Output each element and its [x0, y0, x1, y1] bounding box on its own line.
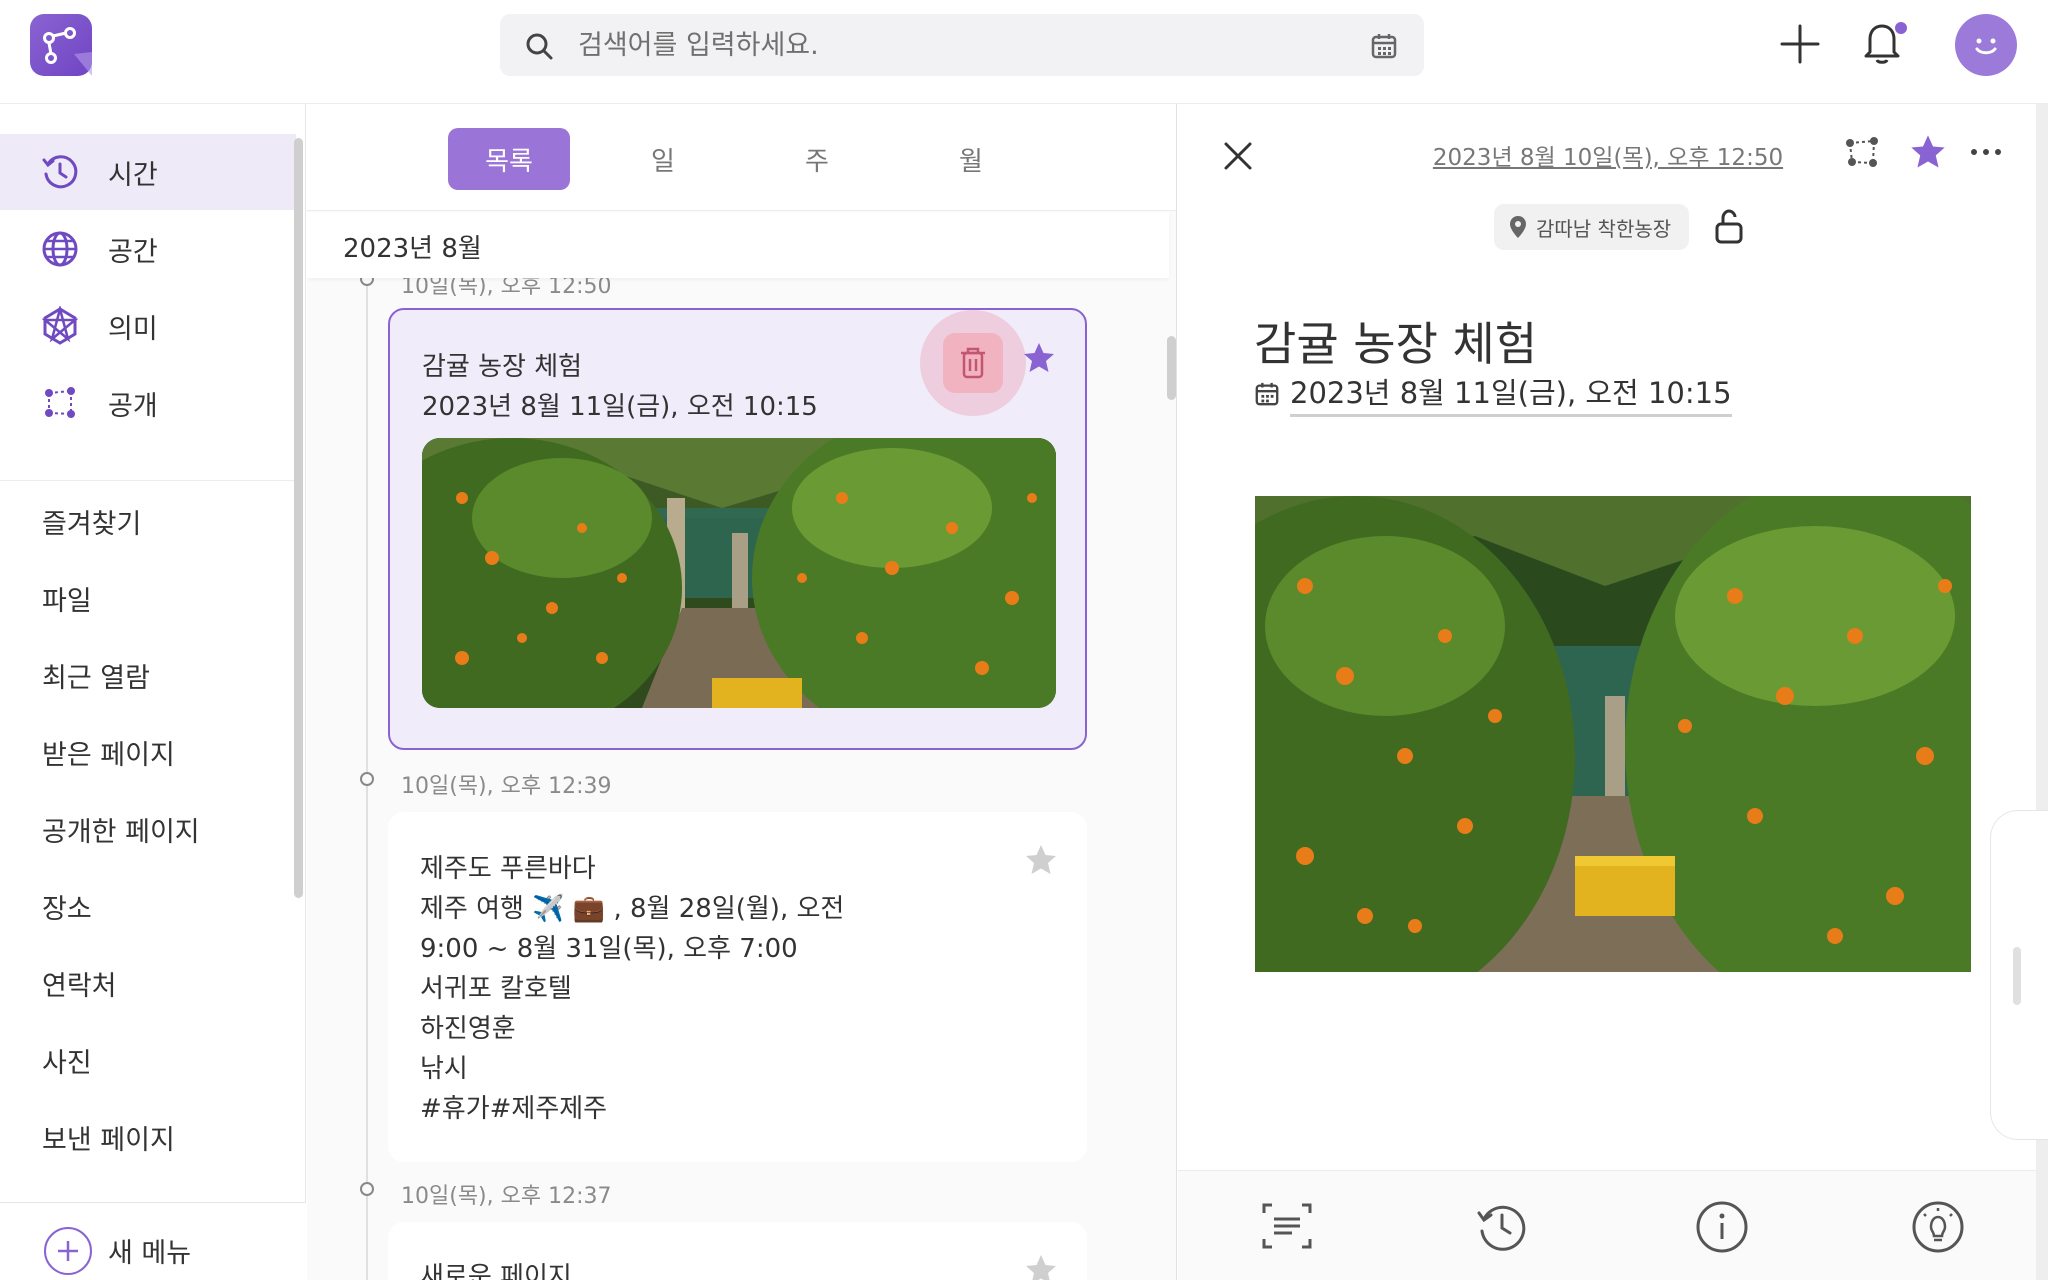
star-icon[interactable]: [1021, 340, 1057, 376]
share-network-icon: [45, 387, 75, 418]
card-title: 제주도 푸른바다: [420, 854, 596, 884]
app-logo[interactable]: [30, 14, 92, 76]
sidebar-item-space[interactable]: 공간: [0, 211, 296, 287]
star-icon[interactable]: [1908, 132, 1948, 172]
card-title: 새로운 페이지: [420, 1262, 572, 1280]
unlock-icon[interactable]: [1714, 208, 1744, 244]
sidebar-item-label: 시간: [108, 159, 158, 191]
page-title[interactable]: 감귤 농장 체험: [1254, 308, 1537, 374]
created-date-link[interactable]: 2023년 8월 10일(목), 오후 12:50: [1428, 138, 1788, 172]
more-icon[interactable]: [1968, 134, 2004, 170]
avatar[interactable]: [1955, 14, 2017, 76]
tab-list[interactable]: 목록: [448, 128, 570, 190]
location-chip[interactable]: 감따남 착한농장: [1494, 204, 1690, 250]
sidebar-scrollbar[interactable]: [294, 138, 303, 898]
orchard-photo-large[interactable]: [1255, 496, 1971, 972]
scan-text-icon[interactable]: [1260, 1199, 1314, 1253]
sidebar-divider: [0, 480, 296, 481]
entry-card[interactable]: 새로운 페이지: [388, 1222, 1087, 1280]
sidebar-item-recent[interactable]: 최근 열람: [42, 656, 150, 695]
sidebar-item-sent[interactable]: 보낸 페이지: [42, 1118, 175, 1157]
new-menu[interactable]: 새 메뉴: [0, 1202, 306, 1280]
search-bar[interactable]: [500, 14, 1424, 76]
sidebar-item-time[interactable]: 시간: [0, 134, 296, 210]
top-bar: [0, 0, 2048, 104]
close-icon[interactable]: [1220, 138, 1256, 174]
timeline-dot: [360, 772, 374, 786]
history-icon[interactable]: [1474, 1199, 1530, 1255]
card-line: 9:00 ~ 8월 31일(목), 오후 7:00: [420, 934, 798, 964]
month-header: 2023년 8월: [307, 212, 1169, 278]
entry-time: 10일(목), 오후 12:39: [401, 774, 612, 799]
lightbulb-icon[interactable]: [1910, 1199, 1966, 1255]
list-scrollbar[interactable]: [1167, 336, 1176, 400]
smiley-icon: [1975, 38, 1997, 55]
tab-month[interactable]: 월: [910, 128, 1032, 190]
sidebar-item-meaning[interactable]: 의미: [0, 288, 296, 364]
entry-card-selected[interactable]: 감귤 농장 체험 2023년 8월 11일(금), 오전 10:15: [388, 308, 1087, 750]
sidebar: 시간 공간 의미 공개 즐겨찾기 파일 최근 열람 받은 페이지 공개한 페이지…: [0, 104, 306, 1280]
search-input[interactable]: [578, 14, 1338, 76]
event-datetime[interactable]: 2023년 8월 11일(금), 오전 10:15: [1254, 370, 1732, 417]
calendar-icon: [1255, 382, 1279, 405]
sidebar-item-published[interactable]: 공개한 페이지: [42, 810, 200, 849]
entry-time: 10일(목), 오후 12:37: [401, 1184, 612, 1209]
detail-toolbar: [1178, 1170, 2036, 1280]
card-line: #휴가#제주제주: [420, 1094, 608, 1124]
card-line: 서귀포 칼호텔: [420, 974, 572, 1004]
timeline-dot: [360, 1182, 374, 1196]
card-line: 하진영훈: [420, 1014, 516, 1044]
card-line: 2023년 8월 11일(금), 오전 10:15: [422, 392, 818, 422]
sidebar-item-photos[interactable]: 사진: [42, 1041, 92, 1080]
orchard-photo[interactable]: [422, 438, 1056, 708]
sidebar-item-places[interactable]: 장소: [42, 887, 92, 926]
clock-history-icon: [42, 155, 78, 189]
detail-panel: 2023년 8월 10일(목), 오후 12:50 감따남 착한농장 감귤 농장…: [1178, 104, 2036, 1280]
entry-card[interactable]: 제주도 푸른바다 제주 여행 ✈️ 💼 , 8월 28일(월), 오전 9:00…: [388, 812, 1087, 1162]
share-network-icon[interactable]: [1842, 132, 1882, 172]
trash-icon: [961, 347, 985, 379]
star-network-icon: [41, 306, 79, 345]
location-pin-icon: [1510, 216, 1526, 238]
star-outline-icon[interactable]: [1023, 1252, 1059, 1280]
tab-week[interactable]: 주: [756, 128, 878, 190]
globe-icon: [42, 231, 78, 267]
notification-dot: [1895, 22, 1907, 34]
sidebar-item-label: 의미: [108, 313, 158, 345]
card-line: 제주 여행 ✈️ 💼 , 8월 28일(월), 오전: [420, 894, 845, 924]
sidebar-item-contacts[interactable]: 연락처: [42, 964, 117, 1003]
star-outline-icon[interactable]: [1023, 842, 1059, 878]
event-datetime-label: 2023년 8월 11일(금), 오전 10:15: [1290, 370, 1732, 417]
sidebar-item-received[interactable]: 받은 페이지: [42, 733, 175, 772]
location-label: 감따남 착한농장: [1536, 216, 1672, 241]
sidebar-item-label: 공개: [108, 390, 158, 422]
timeline-list-panel: 목록 일 주 월 2023년 8월 10일(목), 오후 12:50 감귤 농장…: [307, 104, 1177, 1280]
handle-grip: [2013, 947, 2021, 1005]
calendar-icon[interactable]: [1370, 32, 1398, 60]
sidebar-item-public[interactable]: 공개: [0, 365, 296, 441]
new-menu-label: 새 메뉴: [108, 1238, 192, 1269]
plus-circle-icon[interactable]: [44, 1227, 92, 1275]
add-icon[interactable]: [1778, 22, 1822, 66]
info-icon[interactable]: [1694, 1199, 1750, 1255]
card-title: 감귤 농장 체험: [422, 352, 583, 382]
side-panel-handle[interactable]: [1990, 810, 2048, 1140]
sidebar-item-favorites[interactable]: 즐겨찾기: [42, 502, 141, 541]
view-tabs: 목록 일 주 월: [307, 104, 1176, 211]
sidebar-item-label: 공간: [108, 236, 158, 268]
search-icon: [526, 33, 553, 60]
sidebar-item-files[interactable]: 파일: [42, 579, 92, 618]
card-line: 낚시: [420, 1054, 468, 1084]
tab-day[interactable]: 일: [602, 128, 724, 190]
month-label: 2023년 8월: [343, 234, 482, 264]
delete-button[interactable]: [943, 333, 1003, 393]
